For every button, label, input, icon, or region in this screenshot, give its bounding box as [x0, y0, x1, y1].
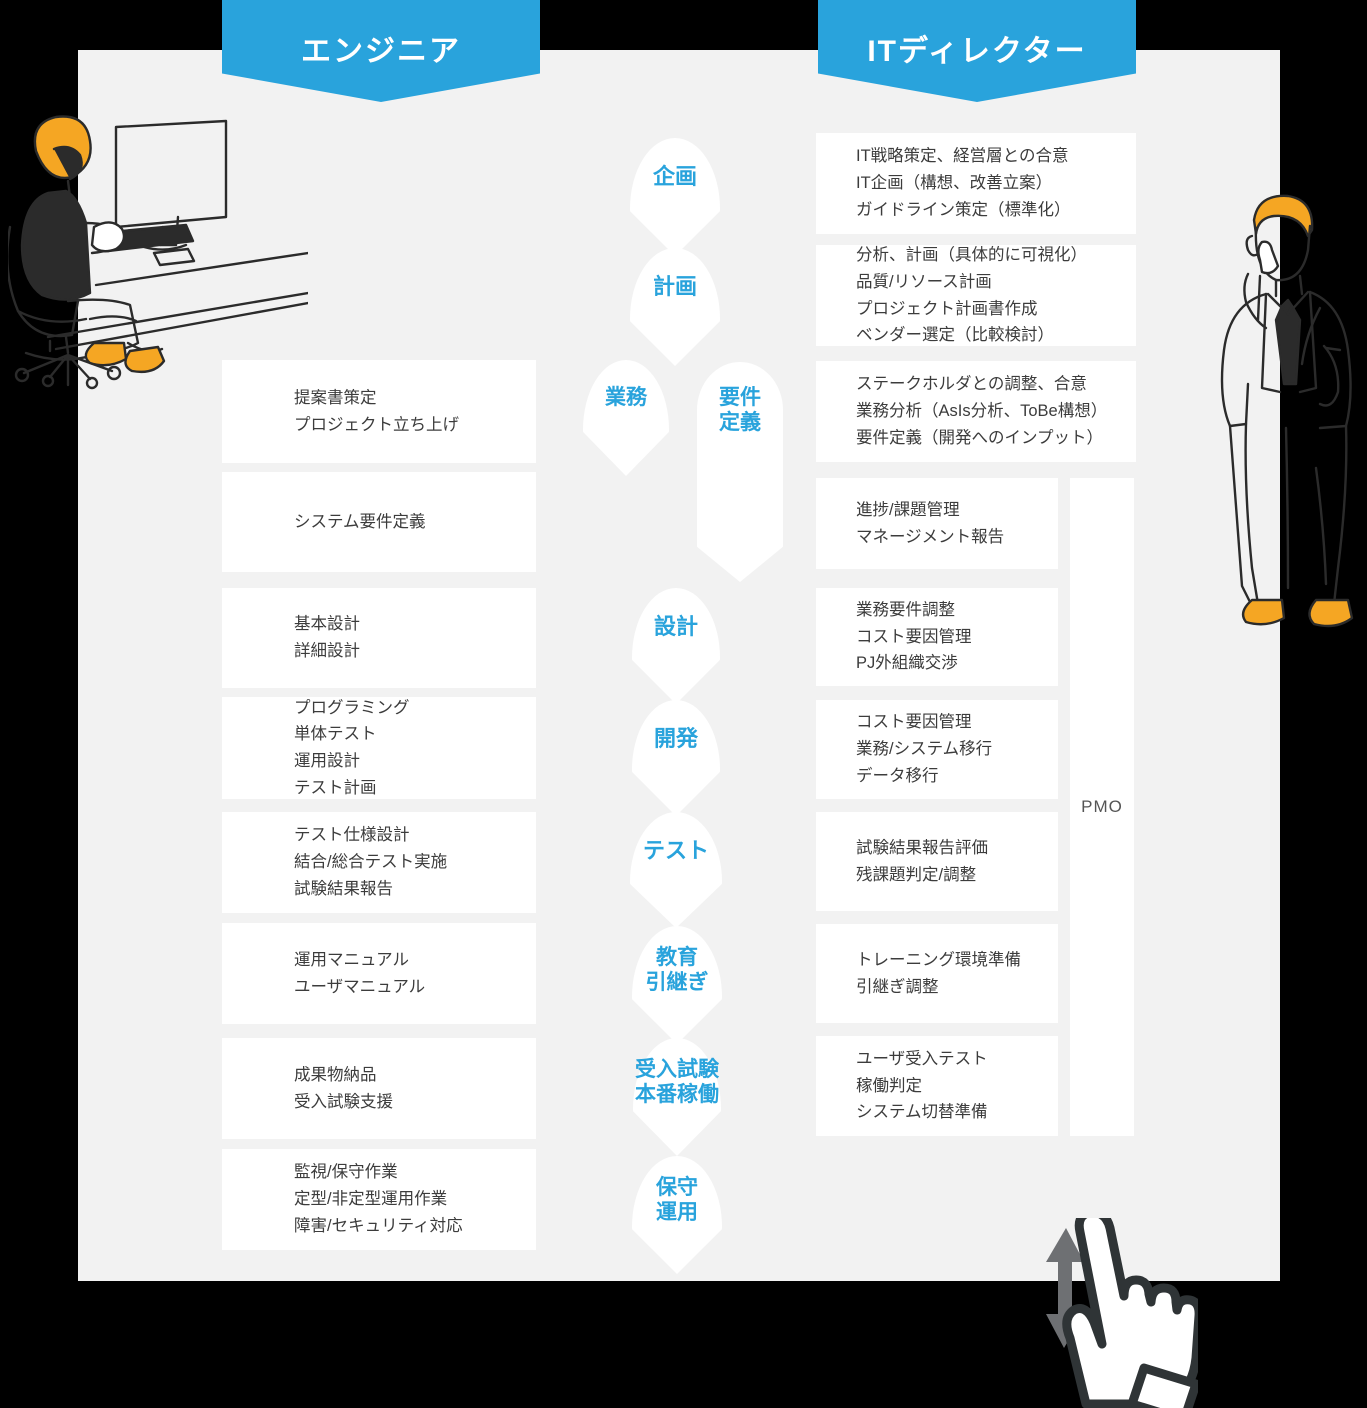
director-task-text: 進捗/課題管理 マネージメント報告 — [856, 500, 1005, 546]
engineer-task-text: 基本設計 詳細設計 — [294, 615, 360, 660]
director-task-card: 業務要件調整 コスト要因管理 PJ外組織交渉 — [816, 588, 1058, 686]
engineer-task-text: プログラミング 単体テスト 運用設計 テスト計画 — [294, 698, 410, 797]
phase-pin-sekkei: 設計 — [632, 588, 720, 704]
phase-pin-label: 開発 — [653, 726, 698, 751]
director-task-card: コスト要因管理 業務/システム移行 データ移行 — [816, 700, 1058, 799]
director-task-card: ステークホルダとの調整、合意 業務分析（AsIs分析、ToBe構想） 要件定義（… — [816, 361, 1136, 462]
role-banner-it-director-label: ITディレクター — [867, 35, 1087, 68]
director-task-text: 分析、計画（具体的に可視化） 品質/リソース計画 プロジェクト計画書作成 ベンダ… — [856, 246, 1087, 345]
director-task-text: ユーザ受入テスト 稼働判定 システム切替準備 — [856, 1049, 988, 1122]
pmo-column: PMO — [1070, 478, 1134, 1136]
director-task-card: 分析、計画（具体的に可視化） 品質/リソース計画 プロジェクト計画書作成 ベンダ… — [816, 245, 1136, 346]
director-task-text: IT戦略策定、経営層との合意 IT企画（構想、改善立案） ガイドライン策定（標準… — [856, 147, 1071, 219]
phase-pin-label: 保守 運用 — [656, 1176, 698, 1224]
director-task-card: トレーニング環境準備 引継ぎ調整 — [816, 924, 1058, 1023]
engineer-task-text: テスト仕様設計 結合/総合テスト実施 試験結果報告 — [294, 826, 448, 898]
director-task-card: 進捗/課題管理 マネージメント報告 — [816, 478, 1058, 569]
director-task-card: 試験結果報告評価 残課題判定/調整 — [816, 812, 1058, 911]
role-banner-engineer-label: エンジニア — [301, 35, 461, 68]
phase-pin-kikaku: 企画 — [630, 138, 720, 256]
diagram-canvas: エンジニア ITディレクター PMO 提案書策定 プロジェクト立ち上げ システム… — [0, 0, 1367, 1408]
phase-pin-gyomu: 業務 — [583, 360, 669, 476]
engineer-task-card: 監視/保守作業 定型/非定型運用作業 障害/セキュリティ対応 — [222, 1149, 536, 1250]
phase-pin-label: 受入試験 本番稼働 — [635, 1058, 719, 1106]
engineer-task-card: テスト仕様設計 結合/総合テスト実施 試験結果報告 — [222, 812, 536, 913]
director-task-text: 試験結果報告評価 残課題判定/調整 — [856, 838, 988, 884]
director-task-text: コスト要因管理 業務/システム移行 データ移行 — [856, 713, 993, 785]
phase-pin-kaihatsu: 開発 — [632, 700, 720, 816]
director-task-card: IT戦略策定、経営層との合意 IT企画（構想、改善立案） ガイドライン策定（標準… — [816, 133, 1136, 234]
hand-glyph — [1062, 1218, 1198, 1408]
phase-pin-label: テスト — [642, 838, 709, 863]
engineer-task-card: プログラミング 単体テスト 運用設計 テスト計画 — [222, 697, 536, 799]
engineer-task-card: 成果物納品 受入試験支援 — [222, 1038, 536, 1139]
engineer-task-text: システム要件定義 — [294, 512, 426, 531]
phase-pin-kyoiku-hikitsugi: 教育 引継ぎ — [632, 926, 722, 1044]
engineer-task-text: 運用マニュアル ユーザマニュアル — [294, 950, 426, 996]
pin-shape-icon — [630, 248, 720, 366]
director-task-text: トレーニング環境準備 引継ぎ調整 — [856, 950, 1021, 996]
phase-pin-test: テスト — [630, 812, 722, 928]
phase-pin-label: 要件 定義 — [719, 386, 761, 434]
pin-shape-icon — [632, 700, 720, 816]
engineer-at-desk-illustration — [8, 115, 308, 390]
pin-shape-icon — [630, 812, 722, 928]
engineer-task-text: 監視/保守作業 定型/非定型運用作業 障害/セキュリティ対応 — [294, 1163, 463, 1235]
engineer-task-card: 基本設計 詳細設計 — [222, 588, 536, 688]
engineer-task-text: 成果物納品 受入試験支援 — [294, 1065, 393, 1111]
phase-pin-label: 設計 — [653, 614, 698, 639]
phase-pin-hoshu-unyo: 保守 運用 — [632, 1156, 722, 1274]
engineer-task-text: 提案書策定 プロジェクト立ち上げ — [294, 388, 459, 434]
phase-pin-label: 教育 引継ぎ — [645, 946, 709, 994]
phase-pin-label: 業務 — [605, 386, 647, 409]
director-task-text: ステークホルダとの調整、合意 業務分析（AsIs分析、ToBe構想） 要件定義（… — [856, 375, 1108, 447]
it-director-standing-illustration — [1220, 194, 1354, 628]
phase-pin-ukeire-honban: 受入試験 本番稼働 — [619, 1038, 735, 1156]
phase-pin-youken-teigi: 要件 定義 — [697, 362, 783, 582]
phase-pin-label: 計画 — [652, 274, 697, 299]
pointing-hand-cursor[interactable] — [1018, 1218, 1198, 1408]
pmo-label: PMO — [1081, 797, 1123, 816]
phase-pin-label: 企画 — [652, 164, 697, 189]
engineer-task-card: システム要件定義 — [222, 472, 536, 572]
pin-shape-icon — [630, 138, 720, 256]
director-task-text: 業務要件調整 コスト要因管理 PJ外組織交渉 — [856, 600, 972, 673]
phase-pin-keikaku: 計画 — [630, 248, 720, 366]
director-task-card: ユーザ受入テスト 稼働判定 システム切替準備 — [816, 1036, 1058, 1136]
engineer-task-card: 運用マニュアル ユーザマニュアル — [222, 923, 536, 1024]
pin-shape-icon — [632, 588, 720, 704]
pin-shape-icon — [583, 360, 669, 476]
